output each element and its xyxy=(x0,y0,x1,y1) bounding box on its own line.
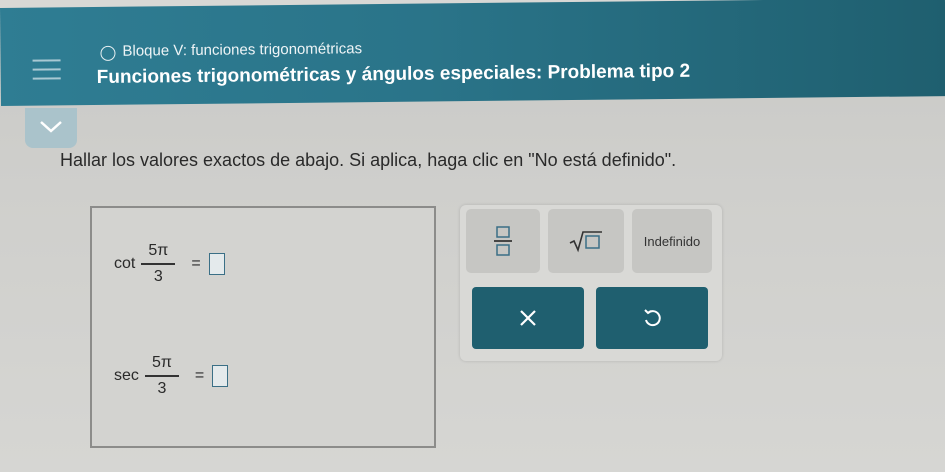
question-box: cot 5π 3 = sec 5π 3 = xyxy=(90,206,436,448)
equals-sign: = xyxy=(191,254,201,272)
fraction: 5π 3 xyxy=(141,242,176,286)
equals-sign: = xyxy=(194,366,205,384)
question-row-cot: cot 5π 3 = xyxy=(114,242,225,286)
fraction-numerator: 5π xyxy=(151,354,172,371)
instruction-text: Hallar los valores exactos de abajo. Si … xyxy=(60,150,677,170)
answer-input-sec[interactable] xyxy=(212,364,229,387)
clear-button[interactable] xyxy=(472,287,584,349)
menu-icon[interactable] xyxy=(32,59,61,81)
circle-icon xyxy=(100,45,116,61)
fraction-denominator: 3 xyxy=(157,379,167,397)
chevron-down-icon xyxy=(40,121,62,133)
math-keypad: Indefinido xyxy=(460,205,722,361)
fraction-denominator: 3 xyxy=(153,267,163,285)
sqrt-button[interactable] xyxy=(548,209,624,273)
fraction: 5π 3 xyxy=(144,354,179,398)
sqrt-icon xyxy=(569,231,602,253)
function-name: sec xyxy=(114,366,139,384)
fraction-button[interactable] xyxy=(466,209,540,273)
collapse-tab[interactable] xyxy=(25,108,77,148)
undo-button[interactable] xyxy=(596,287,708,349)
function-name: cot xyxy=(114,254,136,272)
question-row-sec: sec 5π 3 = xyxy=(114,354,229,398)
fraction-icon xyxy=(494,226,512,256)
undo-icon xyxy=(644,309,661,327)
clear-icon xyxy=(520,310,536,326)
answer-input-cot[interactable] xyxy=(208,252,225,275)
header-bar: Bloque V: funciones trigonométricas Func… xyxy=(0,0,945,106)
undefined-button[interactable]: Indefinido xyxy=(632,209,712,273)
header-subtitle: Bloque V: funciones trigonométricas xyxy=(122,40,363,60)
header-title: Funciones trigonométricas y ángulos espe… xyxy=(96,60,691,88)
fraction-numerator: 5π xyxy=(148,242,169,259)
